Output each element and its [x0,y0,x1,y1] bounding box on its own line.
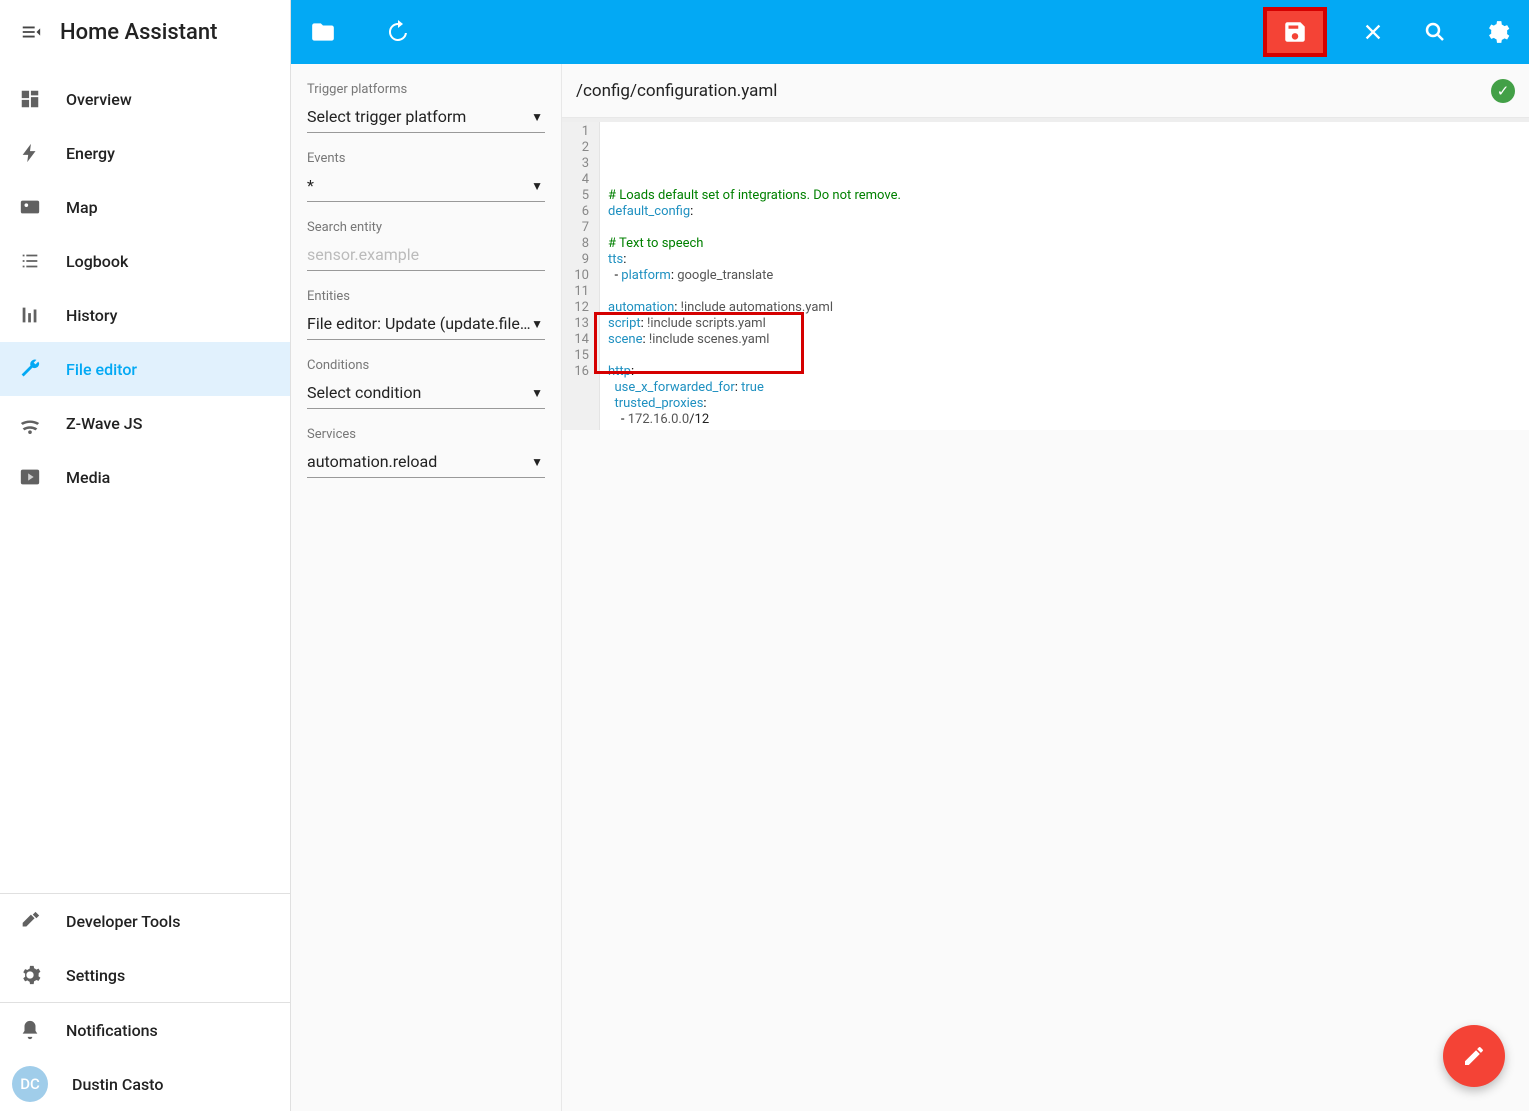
editor-header: /config/configuration.yaml ✓ [562,64,1529,118]
file-path: /config/configuration.yaml [576,81,777,101]
code-line[interactable]: # Loads default set of integrations. Do … [608,188,1521,204]
fab-edit-button[interactable] [1443,1025,1505,1087]
sidebar-item-logbook[interactable]: Logbook [0,234,290,288]
entities-label: Entities [307,289,545,304]
code-line[interactable]: use_x_forwarded_for: true [608,380,1521,396]
sidebar-item-label: File editor [66,360,137,379]
sidebar-item-settings[interactable]: Settings [0,948,290,1002]
side-panel: Trigger platforms Select trigger platfor… [291,64,561,1111]
sidebar-item-label: Energy [66,144,115,163]
sidebar-item-notifications[interactable]: Notifications [0,1003,290,1057]
sidebar-item-overview[interactable]: Overview [0,72,290,126]
services-label: Services [307,427,545,442]
sidebar-item-label: Overview [66,90,132,109]
sidebar-item-label: Logbook [66,252,128,271]
sidebar-item-label: Notifications [66,1021,158,1040]
code-line[interactable]: http: [608,364,1521,380]
code-line[interactable] [608,284,1521,300]
code-line[interactable]: - 172.16.0.0/12 [608,412,1521,428]
toolbar [291,0,1529,64]
sidebar-item-zwave[interactable]: Z-Wave JS [0,396,290,450]
conditions-label: Conditions [307,358,545,373]
sidebar-item-label: Z-Wave JS [66,414,142,433]
code-line[interactable] [608,172,1521,188]
folder-icon[interactable] [307,16,339,48]
line-gutter: 12345678910111213141516 [562,122,600,430]
check-icon: ✓ [1491,79,1515,103]
gear-icon[interactable] [1481,16,1513,48]
sidebar-item-file-editor[interactable]: File editor [0,342,290,396]
main: Trigger platforms Select trigger platfor… [291,0,1529,1111]
wrench-icon [18,357,42,381]
code-line[interactable] [608,348,1521,364]
trigger-platforms-label: Trigger platforms [307,82,545,97]
code-line[interactable]: default_config: [608,204,1521,220]
search-icon[interactable] [1419,16,1451,48]
sidebar-header: Home Assistant [0,0,290,64]
sidebar-item-label: Media [66,468,110,487]
code-line[interactable]: tts: [608,252,1521,268]
sidebar-item-label: Map [66,198,98,217]
code-line[interactable]: scene: !include scenes.yaml [608,332,1521,348]
history-icon[interactable] [381,16,413,48]
sidebar-item-energy[interactable]: Energy [0,126,290,180]
sidebar-item-history[interactable]: History [0,288,290,342]
menu-icon[interactable] [20,21,42,43]
content: Trigger platforms Select trigger platfor… [291,64,1529,1111]
sidebar-item-label: History [66,306,118,325]
events-select[interactable]: *▼ [307,170,545,202]
services-select[interactable]: automation.reload▼ [307,446,545,478]
search-entity-input[interactable] [307,239,545,271]
play-icon [18,465,42,489]
sidebar-item-label: Developer Tools [66,912,180,931]
sidebar-item-map[interactable]: Map [0,180,290,234]
save-button[interactable] [1263,7,1327,57]
trigger-platforms-select[interactable]: Select trigger platform▼ [307,101,545,133]
code-line[interactable]: script: !include scripts.yaml [608,316,1521,332]
user-name: Dustin Casto [72,1075,163,1094]
code-line[interactable]: trusted_proxies: [608,396,1521,412]
code-editor[interactable]: 12345678910111213141516 # Loads default … [562,118,1529,430]
editor: /config/configuration.yaml ✓ 12345678910… [561,64,1529,1111]
gear-icon [18,963,42,987]
code-line[interactable]: automation: !include automations.yaml [608,300,1521,316]
zwave-icon [18,411,42,435]
chart-icon [18,303,42,327]
sidebar-item-label: Settings [66,966,125,985]
code-line[interactable]: - platform: google_translate [608,268,1521,284]
entities-select[interactable]: File editor: Update (update.file_ed...▼ [307,308,545,340]
sidebar-item-media[interactable]: Media [0,450,290,504]
search-entity-label: Search entity [307,220,545,235]
sidebar-item-user[interactable]: DC Dustin Casto [0,1057,290,1111]
code-line[interactable]: # Text to speech [608,236,1521,252]
app-title: Home Assistant [60,20,217,45]
sidebar: Home Assistant Overview Energy Map Logbook H… [0,0,291,1111]
bolt-icon [18,141,42,165]
sidebar-bottom: Developer Tools Settings Notifications DC… [0,893,290,1111]
sidebar-nav: Overview Energy Map Logbook History File edit… [0,64,290,893]
list-icon [18,249,42,273]
conditions-select[interactable]: Select condition▼ [307,377,545,409]
sidebar-item-dev-tools[interactable]: Developer Tools [0,894,290,948]
hammer-icon [18,909,42,933]
code-line[interactable] [608,220,1521,236]
avatar: DC [12,1066,48,1102]
dashboard-icon [18,87,42,111]
bell-icon [18,1018,42,1042]
close-icon[interactable] [1357,16,1389,48]
events-label: Events [307,151,545,166]
map-icon [18,195,42,219]
code-content[interactable]: # Loads default set of integrations. Do … [600,122,1529,430]
